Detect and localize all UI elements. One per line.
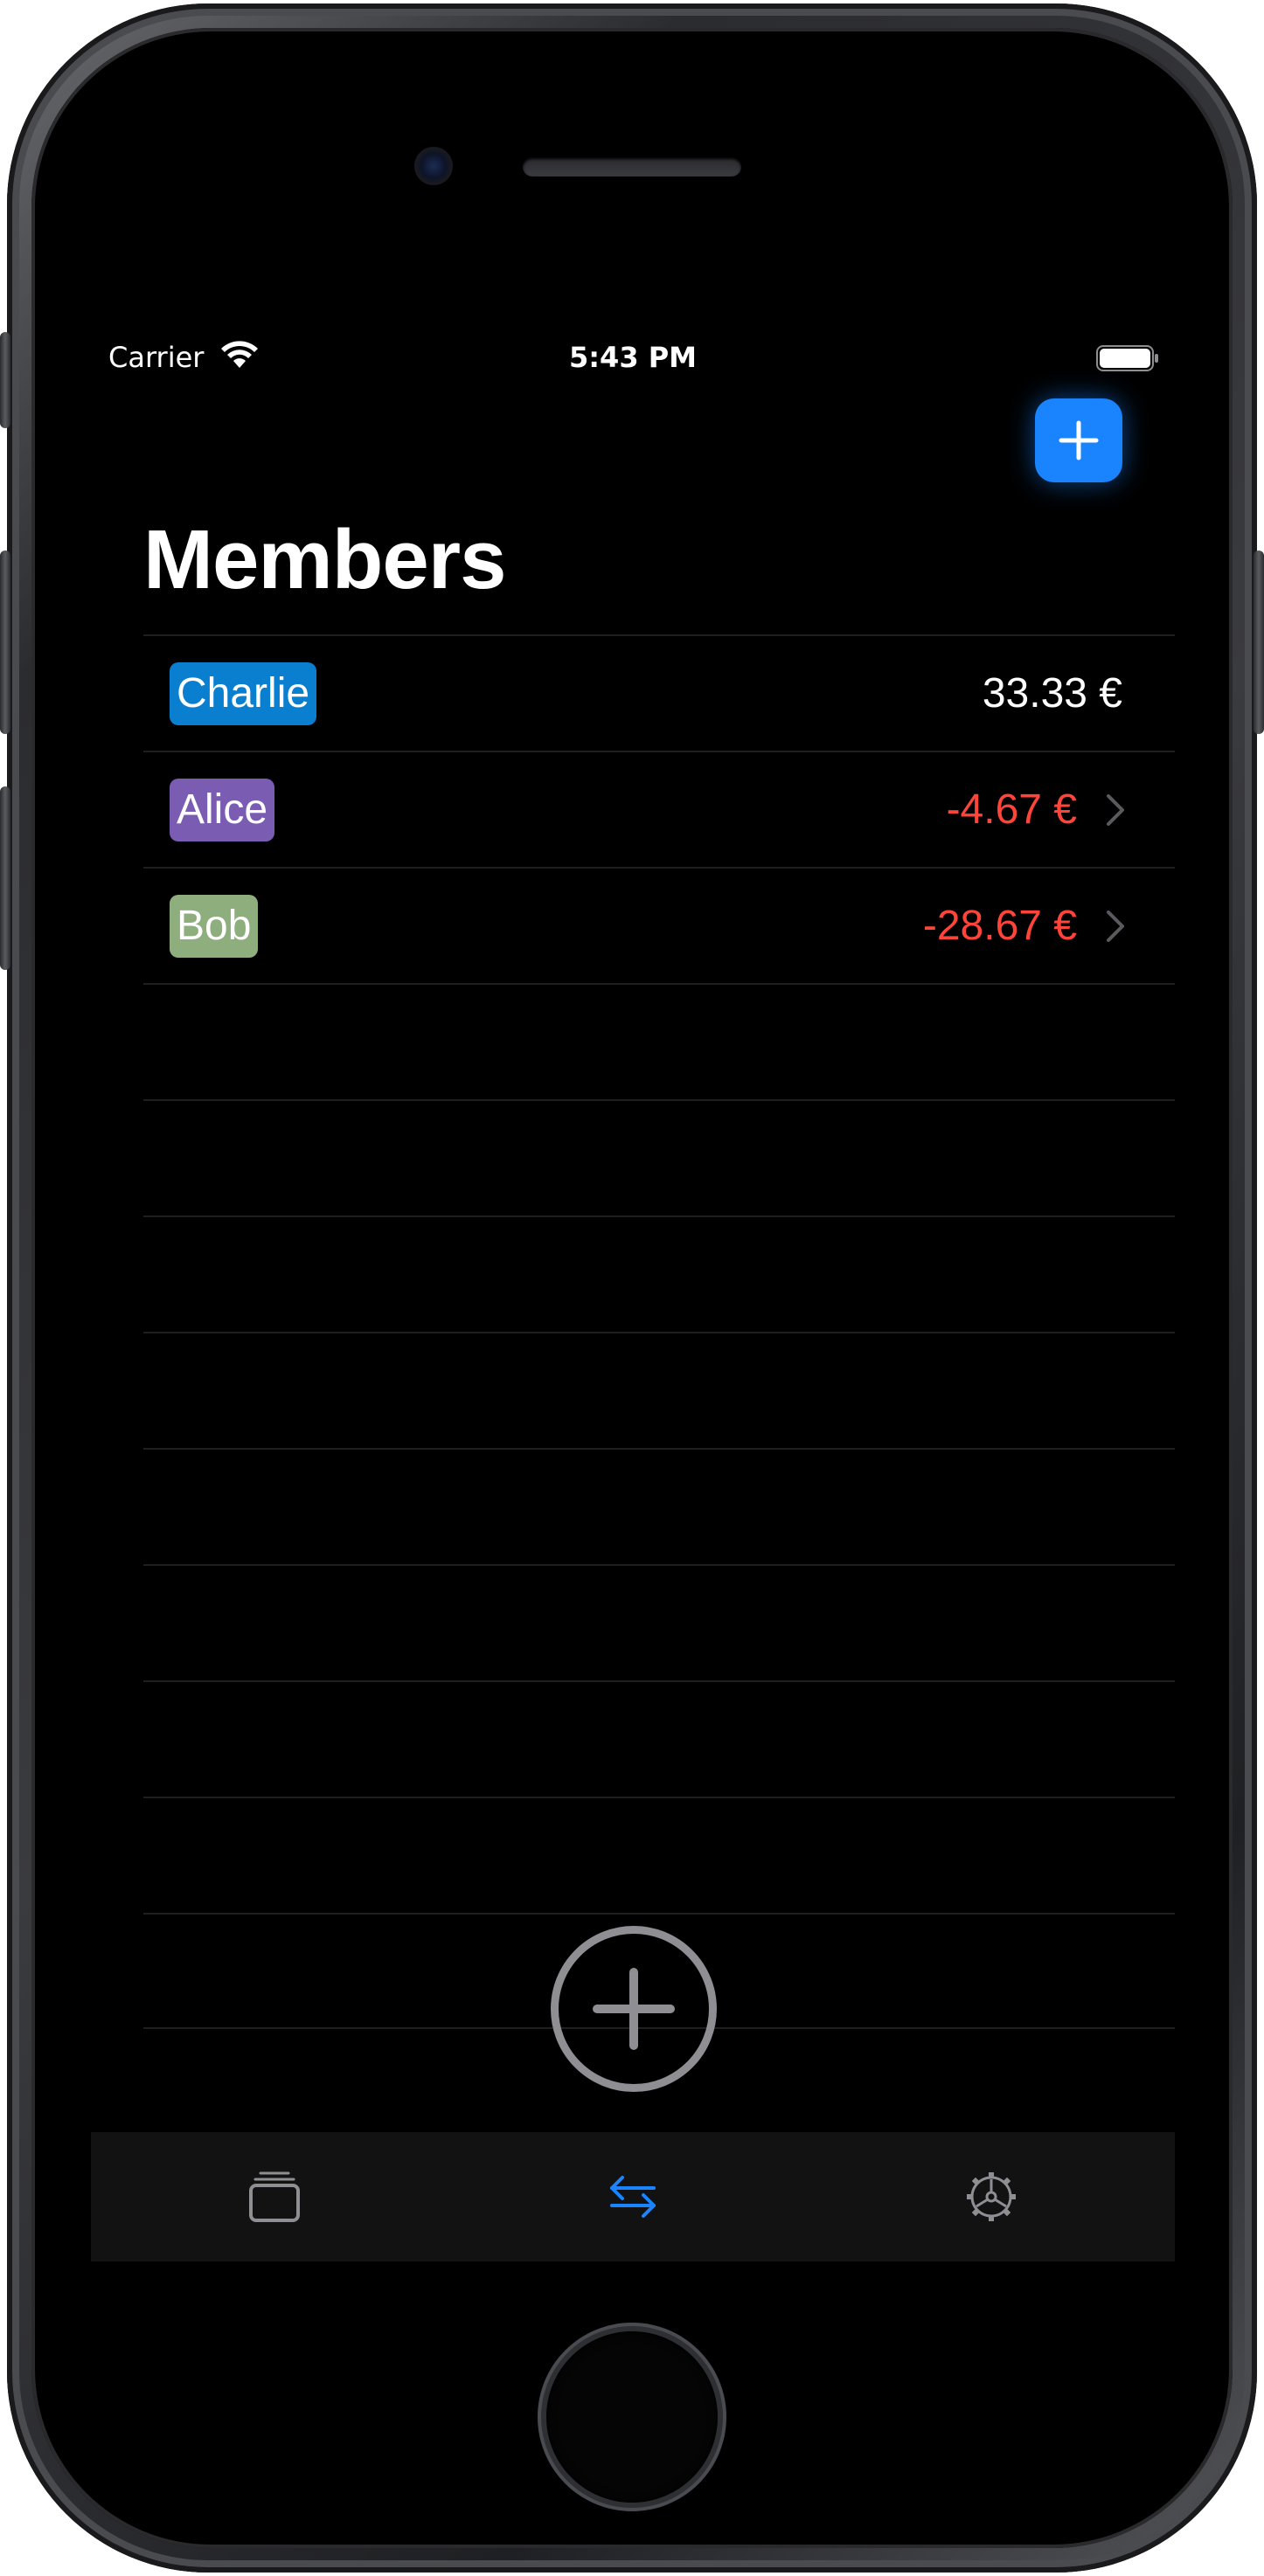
member-name-badge: Charlie [170, 662, 317, 725]
empty-row [143, 983, 1175, 1099]
tab-settings[interactable] [904, 2132, 1079, 2261]
plus-circle-icon [593, 1968, 675, 2050]
side-button-volume-up [0, 551, 10, 734]
battery-icon [1096, 345, 1158, 371]
side-button-mute [0, 332, 10, 428]
status-bar: Carrier 5:43 PM [91, 315, 1175, 402]
member-row-bob[interactable]: Bob -28.67 € [143, 867, 1175, 983]
status-time: 5:43 PM [568, 341, 698, 374]
empty-row [143, 1797, 1175, 1913]
app-screen: Carrier 5:43 PM Members Charlie 33.33 € … [91, 315, 1175, 2263]
member-row-charlie[interactable]: Charlie 33.33 € [143, 634, 1175, 751]
member-name-badge: Alice [170, 779, 275, 841]
earpiece-speaker [523, 157, 741, 177]
side-button-power [1254, 551, 1264, 734]
tab-groups[interactable] [187, 2132, 362, 2261]
member-balance: -4.67 € [946, 786, 1077, 833]
tab-balances[interactable] [545, 2132, 720, 2261]
member-balance: 33.33 € [982, 670, 1122, 717]
empty-row [143, 1448, 1175, 1564]
plus-icon [1059, 420, 1099, 460]
member-balance: -28.67 € [922, 903, 1077, 949]
add-expense-button[interactable] [551, 1926, 717, 2092]
member-row-alice[interactable]: Alice -4.67 € [143, 751, 1175, 867]
empty-row [143, 1564, 1175, 1680]
transfer-arrows-icon [610, 2176, 656, 2218]
empty-row [143, 1680, 1175, 1797]
empty-row [143, 1332, 1175, 1448]
settings-gear-icon [967, 2172, 1016, 2221]
add-member-button[interactable] [1035, 398, 1122, 482]
member-name-badge: Bob [170, 895, 259, 958]
front-camera [414, 147, 453, 185]
home-button[interactable] [546, 2331, 718, 2503]
empty-row [143, 1215, 1175, 1332]
member-list: Charlie 33.33 € Alice -4.67 € Bob -28.67… [143, 634, 1175, 2029]
side-button-volume-down [0, 786, 10, 970]
stack-icon [249, 2171, 300, 2222]
empty-row [143, 1099, 1175, 1215]
tab-bar [91, 2132, 1175, 2261]
chevron-right-icon [1107, 911, 1124, 942]
page-title: Members [143, 513, 506, 606]
chevron-right-icon [1107, 794, 1124, 826]
